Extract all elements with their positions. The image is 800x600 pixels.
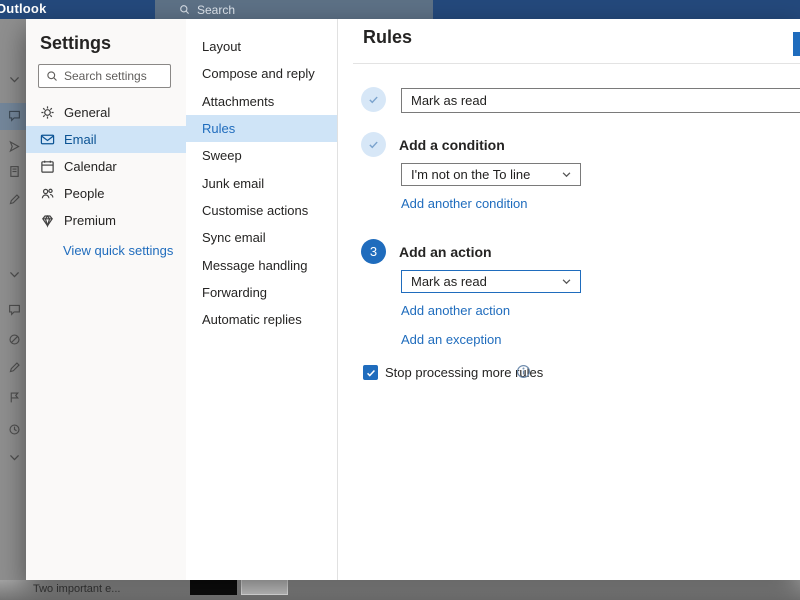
menu-item-label: Sync email — [202, 230, 266, 245]
sidebar-item-general[interactable]: General — [26, 99, 186, 126]
stop-processing-checkbox[interactable] — [363, 365, 378, 380]
step2-complete-badge — [361, 132, 386, 157]
settings-search-box[interactable] — [38, 64, 171, 88]
add-another-action-link[interactable]: Add another action — [401, 303, 510, 318]
menu-item-attachments[interactable]: Attachments — [186, 88, 337, 115]
background-message-list: Two important e... — [0, 580, 800, 600]
check-icon — [367, 138, 380, 151]
gear-icon — [40, 105, 55, 120]
action-heading: Add an action — [399, 244, 492, 260]
email-snippet: Two important e... — [33, 583, 120, 595]
settings-search-input[interactable] — [64, 69, 164, 83]
chevron-down-icon[interactable] — [8, 268, 21, 281]
info-icon[interactable] — [516, 364, 531, 379]
sidebar-item-email[interactable]: Email — [26, 126, 186, 153]
rules-editor-panel: Rules Add a condition I'm not on the To … — [337, 19, 800, 580]
rule-name-input[interactable] — [401, 88, 800, 113]
sidebar-item-calendar[interactable]: Calendar — [26, 153, 186, 180]
global-search-placeholder: Search — [197, 3, 235, 17]
menu-item-label: Forwarding — [202, 285, 267, 300]
settings-dialog: Settings General Email Calendar People — [26, 19, 800, 580]
sidebar-item-label: Premium — [64, 213, 116, 228]
menu-item-customise-actions[interactable]: Customise actions — [186, 197, 337, 224]
divider — [353, 63, 800, 64]
sidebar-item-label: Calendar — [64, 159, 117, 174]
folder-rail — [0, 19, 28, 580]
people-icon — [40, 186, 55, 201]
condition-dropdown[interactable]: I'm not on the To line — [401, 163, 581, 186]
menu-item-label: Compose and reply — [202, 66, 315, 81]
note-icon[interactable] — [8, 165, 21, 178]
condition-dropdown-value: I'm not on the To line — [411, 167, 530, 182]
check-icon — [367, 93, 380, 106]
view-quick-settings-link[interactable]: View quick settings — [63, 243, 173, 258]
email-settings-menu: Layout Compose and reply Attachments Rul… — [186, 19, 337, 580]
calendar-icon — [40, 159, 55, 174]
add-an-exception-link[interactable]: Add an exception — [401, 332, 501, 347]
background-light-block — [241, 579, 288, 595]
condition-heading: Add a condition — [399, 137, 505, 153]
sidebar-item-label: People — [64, 186, 104, 201]
action-dropdown-value: Mark as read — [411, 274, 487, 289]
check-icon — [366, 368, 376, 378]
step3-number-badge: 3 — [361, 239, 386, 264]
menu-item-automatic-replies[interactable]: Automatic replies — [186, 306, 337, 333]
app-logo: Outlook — [0, 1, 47, 16]
sidebar-item-label: General — [64, 105, 110, 120]
search-icon — [46, 70, 58, 82]
step1-complete-badge — [361, 87, 386, 112]
menu-item-sweep[interactable]: Sweep — [186, 142, 337, 169]
sidebar-item-people[interactable]: People — [26, 180, 186, 207]
blocked-icon[interactable] — [8, 333, 21, 346]
diamond-icon — [40, 213, 55, 228]
app-header: Outlook Search — [0, 0, 800, 19]
menu-item-forwarding[interactable]: Forwarding — [186, 279, 337, 306]
chevron-down-icon — [561, 169, 572, 180]
settings-category-panel: Settings General Email Calendar People — [26, 19, 186, 580]
pencil-icon[interactable] — [8, 193, 21, 206]
menu-item-label: Sweep — [202, 148, 242, 163]
global-search-input[interactable]: Search — [155, 0, 433, 19]
send-icon[interactable] — [8, 140, 21, 153]
sidebar-item-premium[interactable]: Premium — [26, 207, 186, 234]
menu-item-compose-and-reply[interactable]: Compose and reply — [186, 60, 337, 87]
menu-item-label: Automatic replies — [202, 312, 302, 327]
menu-item-label: Attachments — [202, 94, 274, 109]
menu-item-label: Layout — [202, 39, 241, 54]
flag-icon[interactable] — [8, 391, 21, 404]
action-dropdown[interactable]: Mark as read — [401, 270, 581, 293]
chat-icon[interactable] — [8, 109, 21, 122]
menu-item-rules[interactable]: Rules — [186, 115, 337, 142]
sidebar-item-label: Email — [64, 132, 97, 147]
menu-item-sync-email[interactable]: Sync email — [186, 224, 337, 251]
mail-icon — [40, 132, 55, 147]
menu-item-label: Message handling — [202, 258, 308, 273]
chat-icon[interactable] — [8, 303, 21, 316]
clock-icon[interactable] — [8, 423, 21, 436]
menu-item-label: Junk email — [202, 176, 264, 191]
menu-item-junk-email[interactable]: Junk email — [186, 169, 337, 196]
search-icon — [179, 4, 190, 15]
menu-item-layout[interactable]: Layout — [186, 33, 337, 60]
menu-item-label: Rules — [202, 121, 235, 136]
save-button[interactable] — [793, 32, 800, 56]
add-another-condition-link[interactable]: Add another condition — [401, 196, 527, 211]
chevron-down-icon — [561, 276, 572, 287]
menu-item-label: Customise actions — [202, 203, 308, 218]
menu-item-message-handling[interactable]: Message handling — [186, 251, 337, 278]
page-title: Rules — [363, 27, 412, 48]
chevron-down-icon[interactable] — [8, 451, 21, 464]
settings-title: Settings — [40, 33, 111, 54]
pencil-icon[interactable] — [8, 361, 21, 374]
chevron-down-icon[interactable] — [8, 73, 21, 86]
